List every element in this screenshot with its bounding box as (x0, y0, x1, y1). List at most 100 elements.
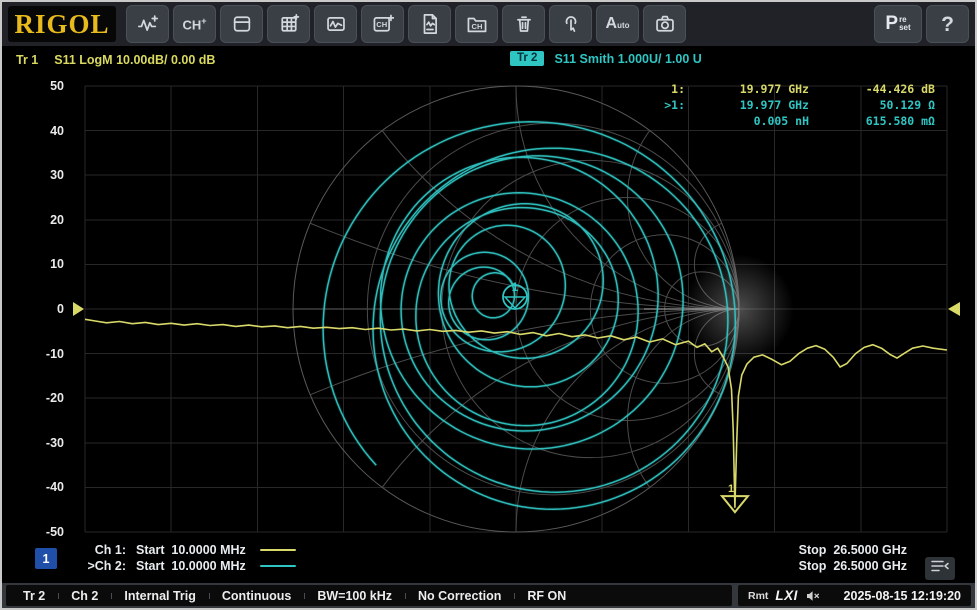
trace-add-button[interactable] (126, 5, 169, 43)
y-tick-label: 40 (16, 123, 64, 139)
toolbar-buttons: CH+ CH CH Auto (122, 5, 686, 43)
marker-label (639, 114, 685, 130)
layout-icon (231, 13, 253, 35)
channel-label: >Ch 2: (78, 559, 126, 573)
marker-value: -44.426 dB (809, 82, 935, 98)
marker-readout-row: 1:19.977 GHz-44.426 dB (639, 82, 935, 98)
trace2-info[interactable]: Tr 2 S11 Smith 1.000U/ 1.00 U (510, 51, 702, 66)
channel-add-button[interactable]: CH+ (173, 5, 216, 43)
svg-text:CH: CH (376, 20, 387, 29)
rigol-logo: RIGOL (8, 6, 116, 42)
y-tick-label: 0 (16, 301, 64, 317)
y-tick-label: -10 (16, 346, 64, 362)
status-item-rf-on[interactable]: RF ON (514, 589, 579, 603)
window-ch-icon: CH (372, 13, 394, 35)
table-add-button[interactable] (267, 5, 310, 43)
marker-stimulus: 19.977 GHz (685, 98, 809, 114)
recall-channel-button[interactable]: CH (455, 5, 498, 43)
trace2-detail: S11 Smith 1.000U/ 1.00 U (554, 52, 701, 66)
channel-label: Ch 1: (78, 543, 126, 557)
channel-start-value: Start 10.0000 MHz (136, 543, 246, 557)
channel-stop-value[interactable]: Stop 26.5000 GHz (799, 558, 907, 574)
status-item-tr-2[interactable]: Tr 2 (10, 589, 58, 603)
camera-icon (654, 13, 676, 35)
lxi-logo: LXI (775, 588, 798, 603)
marker-label: 1: (639, 82, 685, 98)
status-items: Tr 2Ch 2Internal TrigContinuousBW=100 kH… (6, 585, 732, 606)
trace-color-swatch (260, 549, 296, 551)
touch-icon (560, 13, 582, 35)
channel-stop-values: Stop 26.5000 GHzStop 26.5000 GHz (799, 542, 907, 574)
y-tick-label: 20 (16, 212, 64, 228)
touch-button[interactable] (549, 5, 592, 43)
marker-readout: 1:19.977 GHz-44.426 dB>1:19.977 GHz50.12… (639, 82, 935, 130)
status-item-no-correction[interactable]: No Correction (405, 589, 514, 603)
svg-text:CH: CH (471, 22, 482, 31)
trace-color-swatch (260, 565, 296, 567)
y-tick-label: 10 (16, 256, 64, 272)
preset-button[interactable]: Preset (874, 5, 922, 43)
trace-bar: Tr 1 S11 LogM 10.00dB/ 0.00 dB Tr 2 S11 … (2, 48, 975, 74)
trash-icon (513, 13, 535, 35)
marker-value: 615.580 mΩ (809, 114, 935, 130)
trace1-label: Tr 1 (16, 53, 38, 67)
delete-button[interactable] (502, 5, 545, 43)
status-item-ch-2[interactable]: Ch 2 (58, 589, 111, 603)
marker-readout-row: 0.005 nH615.580 mΩ (639, 114, 935, 130)
svg-text:1: 1 (728, 483, 734, 495)
status-right: Rmt LXI 2025-08-15 12:19:20 (738, 585, 971, 606)
y-tick-label: -20 (16, 390, 64, 406)
marker-readout-row: >1:19.977 GHz50.129 Ω (639, 98, 935, 114)
toolbar-right-buttons: Preset? (870, 5, 969, 43)
toolbar: RIGOL CH+ CH CH Auto Preset? (2, 2, 975, 46)
speaker-muted-icon (805, 589, 820, 603)
marker-value: 50.129 Ω (809, 98, 935, 114)
channel-window-add-button[interactable]: CH (361, 5, 404, 43)
y-tick-label: 30 (16, 167, 64, 183)
channel-info-rows: Ch 1: Start 10.0000 MHz >Ch 2: Start 10.000… (78, 542, 296, 574)
doc-trace-icon (419, 13, 441, 35)
y-tick-label: -40 (16, 479, 64, 495)
table-add-icon (278, 13, 300, 35)
channel-start-value: Start 10.0000 MHz (136, 559, 246, 573)
trace-window-button[interactable] (314, 5, 357, 43)
menu-collapse-button[interactable] (925, 557, 955, 580)
folder-ch-icon: CH (466, 13, 488, 35)
y-tick-label: -30 (16, 435, 64, 451)
trace2-active-badge: Tr 2 (510, 51, 544, 66)
help-button[interactable]: ? (926, 5, 969, 43)
window-trace-icon (325, 13, 347, 35)
status-item-internal-trig[interactable]: Internal Trig (111, 589, 209, 603)
trace1-detail: S11 LogM 10.00dB/ 0.00 dB (54, 53, 215, 67)
collapse-menu-icon (930, 558, 950, 579)
status-item-continuous[interactable]: Continuous (209, 589, 304, 603)
window-number-badge[interactable]: 1 (35, 548, 57, 569)
channel-stop-value[interactable]: Stop 26.5000 GHz (799, 542, 907, 558)
channel-start-row[interactable]: >Ch 2: Start 10.0000 MHz (78, 558, 296, 574)
status-item-bw-100-khz[interactable]: BW=100 kHz (304, 589, 405, 603)
help-label: ? (941, 14, 954, 35)
auto-scale-label: Auto (606, 16, 630, 32)
status-bar: Tr 2Ch 2Internal TrigContinuousBW=100 kH… (2, 583, 975, 608)
y-tick-label: -50 (16, 524, 64, 540)
y-tick-label: 50 (16, 78, 64, 94)
wave-add-icon (137, 13, 159, 35)
ref-level-triangle-right[interactable] (948, 302, 960, 316)
window-layout-button[interactable] (220, 5, 263, 43)
remote-indicator: Rmt (748, 590, 768, 602)
trace1-info[interactable]: Tr 1 S11 LogM 10.00dB/ 0.00 dB (16, 53, 215, 67)
marker-label: >1: (639, 98, 685, 114)
screenshot-button[interactable] (643, 5, 686, 43)
svg-text:1: 1 (512, 280, 519, 294)
marker-stimulus: 19.977 GHz (685, 82, 809, 98)
datetime: 2025-08-15 12:19:20 (844, 589, 961, 603)
vna-screen: RIGOL CH+ CH CH Auto Preset? Tr 1 S11 LogM … (0, 0, 977, 610)
channel-add-label: CH+ (182, 17, 206, 31)
channel-start-row[interactable]: Ch 1: Start 10.0000 MHz (78, 542, 296, 558)
ref-level-triangle-left[interactable] (73, 302, 84, 316)
plot-area[interactable]: 11 (85, 77, 947, 535)
preset-icon: Preset (885, 13, 910, 35)
auto-scale-button[interactable]: Auto (596, 5, 639, 43)
marker-stimulus: 0.005 nH (685, 114, 809, 130)
save-trace-button[interactable] (408, 5, 451, 43)
